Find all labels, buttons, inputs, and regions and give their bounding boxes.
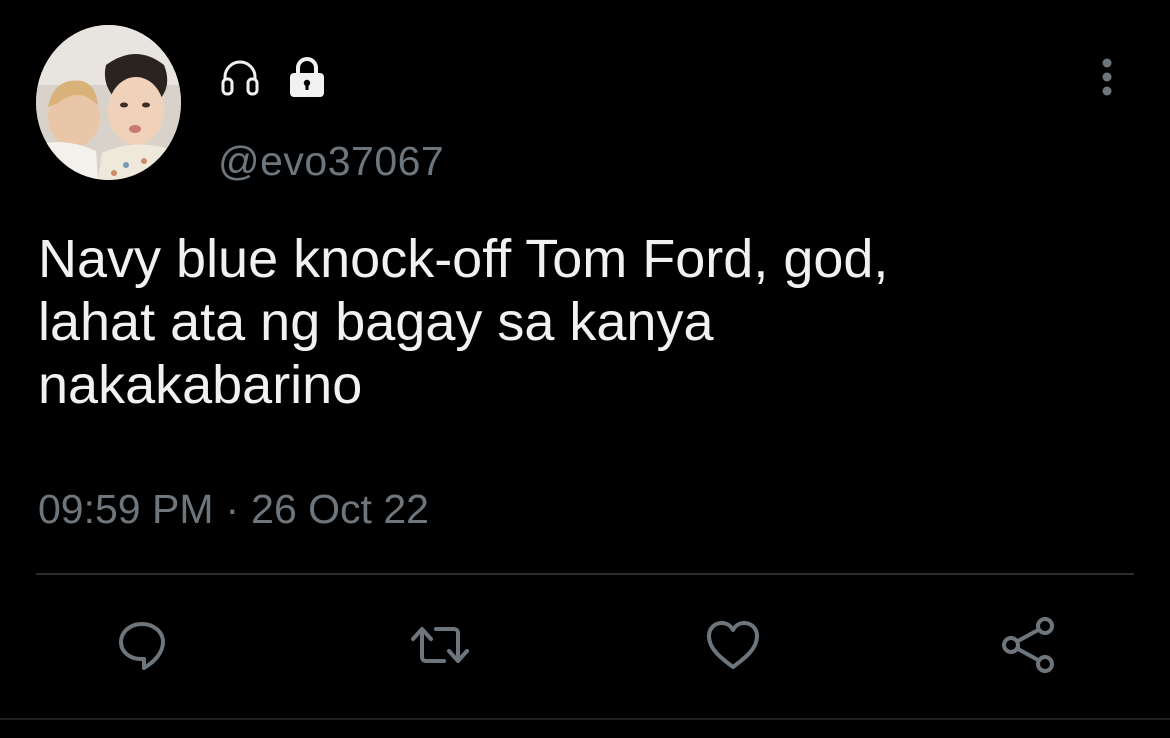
tweet-text: Navy blue knock-off Tom Ford, god, lahat… [38,229,889,415]
tweet-time: 09:59 PM [38,486,214,532]
timestamp-separator: · [225,486,240,532]
tweet-date: 26 Oct 22 [251,486,429,532]
like-icon [703,617,763,678]
action-bar [0,612,1170,682]
reply-button[interactable] [107,612,177,682]
share-icon [998,615,1058,680]
tweet-timestamp[interactable]: 09:59 PM · 26 Oct 22 [38,486,429,533]
display-name-badges [220,52,330,102]
more-options-icon[interactable] [1092,55,1122,99]
tweet-detail: @evo37067 Navy blue knock-off Tom Ford, … [0,0,1170,738]
retweet-button[interactable] [405,612,475,682]
retweet-icon [408,617,472,678]
headphones-icon [220,57,260,97]
bottom-divider [0,718,1170,720]
avatar[interactable] [36,25,181,180]
user-handle[interactable]: @evo37067 [218,138,444,185]
share-button[interactable] [993,612,1063,682]
avatar-photo [36,25,181,180]
like-button[interactable] [698,612,768,682]
lock-icon [284,54,330,100]
reply-icon [114,617,170,678]
divider [36,573,1134,575]
